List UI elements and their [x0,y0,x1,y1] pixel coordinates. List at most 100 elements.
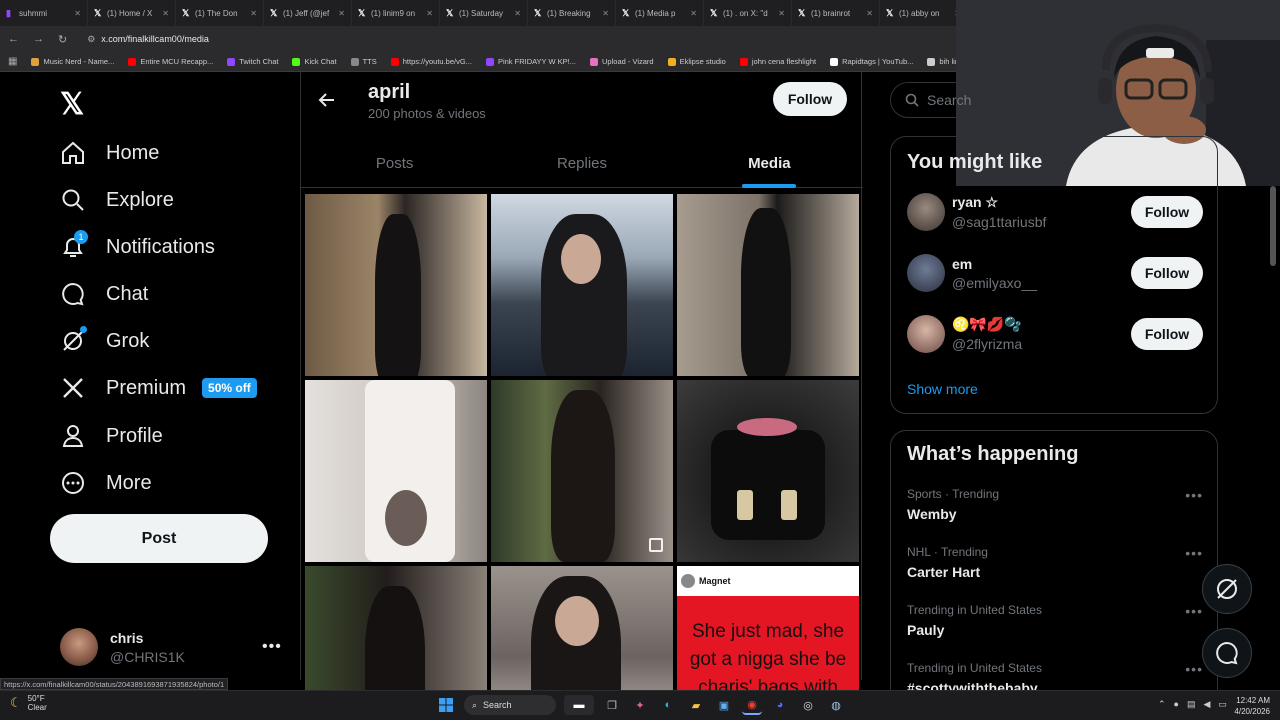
volume-icon[interactable]: ◀ [1204,699,1211,710]
media-tile[interactable] [677,194,859,376]
windows-start-icon[interactable] [436,695,456,715]
browser-tab[interactable]: 𝕏 (1) The Don ✕ [176,0,264,26]
nav-item-home[interactable]: Home [60,133,159,173]
bookmark-item[interactable]: john cena fleshlight [739,57,816,66]
trend-item[interactable]: Trending in United States Pauly ••• [907,603,1203,638]
close-icon[interactable]: ✕ [250,9,257,18]
nav-item-notifications[interactable]: 1 Notifications [60,227,215,267]
mic-icon[interactable]: ● [1174,699,1179,710]
close-icon[interactable]: ✕ [690,9,697,18]
browser-tab[interactable]: 𝕏 (1) Jeff (@jef ✕ [264,0,352,26]
store-icon[interactable]: ▣ [714,695,734,715]
more-options-icon[interactable]: ••• [1185,661,1203,677]
bookmark-item[interactable]: Pink FRIDAYY W KP!... [485,57,576,66]
bookmark-item[interactable]: https://youtu.be/vG... [390,57,472,66]
more-options-icon[interactable]: ••• [1185,487,1203,503]
grok-fab-button[interactable] [1202,564,1252,614]
bookmark-item[interactable]: Entire MCU Recapp... [128,57,213,66]
bookmark-item[interactable]: Kick Chat [292,57,337,66]
media-tile[interactable] [491,194,673,376]
close-icon[interactable]: ✕ [426,9,433,18]
back-arrow-icon[interactable]: ← [8,33,19,45]
nav-item-more[interactable]: More [60,463,152,503]
nav-item-chat[interactable]: Chat [60,274,148,314]
browser-tab[interactable]: 𝕏 (1) linim9 on ✕ [352,0,440,26]
show-more-link[interactable]: Show more [907,381,978,397]
bookmark-label: https://youtu.be/vG... [402,57,472,66]
chrome-icon[interactable]: ◉ [742,695,762,715]
obs-icon[interactable]: ◎ [798,695,818,715]
bookmark-item[interactable]: Music Nerd - Name... [31,57,114,66]
chevron-up-icon[interactable]: ⌃ [1158,699,1166,710]
close-icon[interactable]: ✕ [778,9,785,18]
forward-arrow-icon[interactable]: → [33,33,44,45]
browser-tab[interactable]: 𝕏 (1) Saturday ✕ [440,0,528,26]
account-more-icon[interactable]: ••• [262,638,282,656]
network-icon[interactable]: ▤ [1187,699,1196,710]
media-tile[interactable] [305,380,487,562]
tab-media[interactable]: Media [676,140,863,188]
address-bar[interactable]: ⚙ x.com/finalkillcam00/media [81,29,952,49]
close-icon[interactable]: ✕ [74,9,81,18]
more-options-icon[interactable]: ••• [1185,545,1203,561]
bookmark-item[interactable]: Rapidtags | YouTub... [830,57,913,66]
copilot-icon[interactable]: ✦ [630,695,650,715]
browser-tab[interactable]: 𝕏 (1) Home / X ✕ [88,0,176,26]
follow-button[interactable]: Follow [1131,318,1203,350]
messages-fab-button[interactable] [1202,628,1252,678]
nav-item-premium[interactable]: Premium 50% off [60,368,257,408]
edge-icon[interactable]: ◐ [658,695,678,715]
media-tile[interactable] [677,380,859,562]
site-info-icon[interactable]: ⚙ [87,34,95,45]
bookmark-item[interactable]: Twitch Chat [227,57,278,66]
reload-icon[interactable]: ↻ [58,33,67,46]
widget-icon[interactable]: ▬ [564,695,594,715]
browser-tab[interactable]: 𝕏(1) abby on✕ [880,0,960,26]
weather-widget[interactable]: ☾ 50°F Clear [10,694,47,712]
nav-item-explore[interactable]: Explore [60,180,174,220]
file-explorer-icon[interactable]: ▰ [686,695,706,715]
close-icon[interactable]: ✕ [866,9,873,18]
browser-tab[interactable]: 𝕏 (1) . on X: "d ✕ [704,0,792,26]
media-tile[interactable] [491,380,673,562]
trend-item[interactable]: Sports · Trending Wemby ••• [907,487,1203,522]
battery-icon[interactable]: ▭ [1218,699,1227,710]
nav-item-profile[interactable]: Profile [60,416,163,456]
post-button[interactable]: Post [50,514,268,563]
follow-button[interactable]: Follow [773,82,847,116]
suggested-user[interactable]: ♌🎀💋🫧 @2flyrizma Follow [907,315,1203,353]
browser-tab-title: (1) Home / X [107,8,153,18]
search-input[interactable]: Search [890,82,1040,118]
trend-item[interactable]: NHL · Trending Carter Hart ••• [907,545,1203,580]
x-logo-icon[interactable]: 𝕏 [60,87,84,122]
apps-icon[interactable]: ▦ [8,56,17,67]
browser-tab[interactable]: 𝕏 (1) Breaking ✕ [528,0,616,26]
steam-icon[interactable]: ◍ [826,695,846,715]
bookmark-item[interactable]: TTS [350,57,377,66]
tab-replies[interactable]: Replies [488,140,675,187]
browser-tab[interactable]: 𝕏 (1) Media p ✕ [616,0,704,26]
suggested-user[interactable]: em @emilyaxo__ Follow [907,254,1203,292]
discord-icon[interactable]: ◕ [770,695,790,715]
browser-tab[interactable]: 𝕏 (1) brainrot ✕ [792,0,880,26]
back-arrow-icon[interactable] [317,90,337,115]
close-icon[interactable]: ✕ [162,9,169,18]
more-options-icon[interactable]: ••• [1185,603,1203,619]
account-switcher[interactable]: chris @CHRIS1K [60,628,185,666]
taskbar-clock[interactable]: 12:42 AM 4/20/2026 [1234,695,1270,717]
taskbar-search[interactable]: ⌕ Search [464,695,556,715]
browser-tab[interactable]: ▮ suhmmi ✕ [0,0,88,26]
tab-posts[interactable]: Posts [301,140,488,187]
bookmark-item[interactable]: Eklipse studio [667,57,726,66]
bookmark-item[interactable]: Upload - Vizard [590,57,654,66]
follow-button[interactable]: Follow [1131,257,1203,289]
follow-button[interactable]: Follow [1131,196,1203,228]
page-scrollbar[interactable] [1270,186,1276,266]
close-icon[interactable]: ✕ [514,9,521,18]
close-icon[interactable]: ✕ [338,9,345,18]
media-tile[interactable] [305,194,487,376]
nav-item-grok[interactable]: Grok [60,321,149,361]
suggested-user[interactable]: ryan ☆ @sag1ttariusbf Follow [907,193,1203,231]
close-icon[interactable]: ✕ [602,9,609,18]
task-view-icon[interactable]: ❐ [602,695,622,715]
